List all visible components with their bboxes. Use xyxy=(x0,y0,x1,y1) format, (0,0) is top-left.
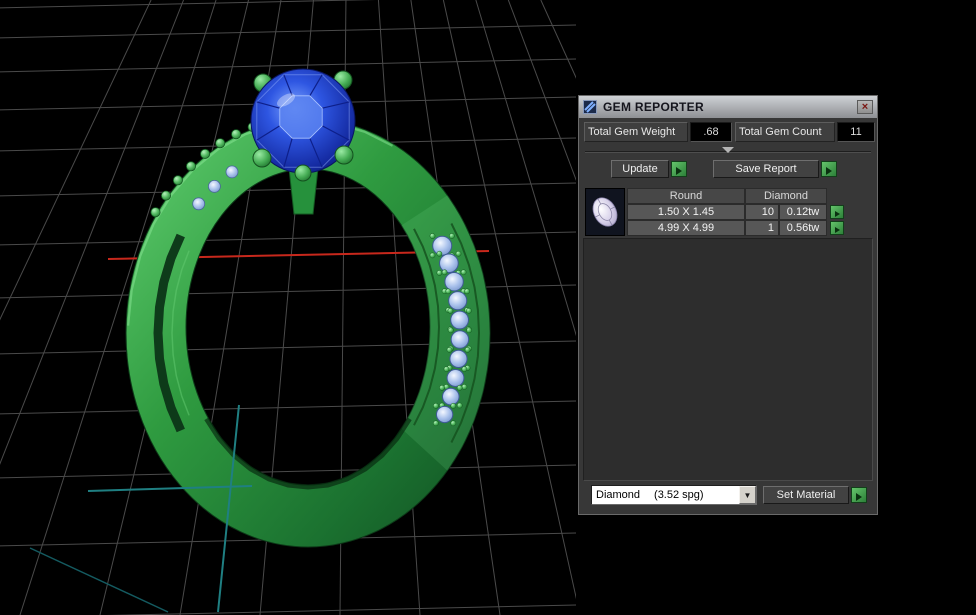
set-material-arrow-button[interactable] xyxy=(851,487,867,503)
table-header-material: Diamond xyxy=(745,188,827,204)
table-cell-count[interactable]: 10 xyxy=(745,204,779,220)
gem-reporter-icon xyxy=(583,100,597,114)
table-cell-count[interactable]: 1 xyxy=(745,220,779,236)
table-cell-weight[interactable]: 0.12tw xyxy=(779,204,827,220)
splitter-handle-icon xyxy=(722,147,734,153)
set-material-button[interactable]: Set Material xyxy=(763,486,849,504)
total-gem-weight-label: Total Gem Weight xyxy=(584,122,688,142)
play-arrow-icon xyxy=(676,166,682,175)
play-arrow-icon xyxy=(856,492,862,501)
update-button[interactable]: Update xyxy=(611,160,669,178)
total-gem-count-value: 11 xyxy=(837,122,875,142)
play-arrow-icon xyxy=(835,226,840,233)
save-report-button[interactable]: Save Report xyxy=(713,160,819,178)
total-gem-weight-value: .68 xyxy=(690,122,732,142)
total-gem-count-label: Total Gem Count xyxy=(735,122,835,142)
oval-gem-icon xyxy=(586,189,624,235)
table-cell-weight[interactable]: 0.56tw xyxy=(779,220,827,236)
material-dropdown[interactable]: Diamond (3.52 spg) ▼ xyxy=(591,485,757,505)
table-header-shape: Round xyxy=(627,188,745,204)
table-cell-size[interactable]: 4.99 X 4.99 xyxy=(627,220,745,236)
panel-splitter[interactable] xyxy=(579,146,877,157)
material-density: (3.52 spg) xyxy=(654,489,704,501)
row-arrow-button[interactable] xyxy=(830,205,844,219)
gem-reporter-panel: GEM REPORTER × Total Gem Weight .68 Tota… xyxy=(578,95,878,515)
material-name: Diamond xyxy=(596,489,641,501)
close-button[interactable]: × xyxy=(857,100,873,114)
play-arrow-icon xyxy=(835,210,840,217)
play-arrow-icon xyxy=(826,166,832,175)
gem-type-icon[interactable] xyxy=(585,188,625,236)
update-arrow-button[interactable] xyxy=(671,161,687,177)
material-dropdown-text: Diamond (3.52 spg) xyxy=(592,486,739,504)
table-cell-size[interactable]: 1.50 X 1.45 xyxy=(627,204,745,220)
row-arrow-button[interactable] xyxy=(830,221,844,235)
application-window: GEM REPORTER × Total Gem Weight .68 Tota… xyxy=(0,0,976,615)
panel-title: GEM REPORTER xyxy=(603,100,704,114)
panel-titlebar[interactable]: GEM REPORTER × xyxy=(579,96,877,118)
report-body-area xyxy=(583,238,873,481)
save-report-arrow-button[interactable] xyxy=(821,161,837,177)
dropdown-arrow-icon[interactable]: ▼ xyxy=(739,486,756,504)
